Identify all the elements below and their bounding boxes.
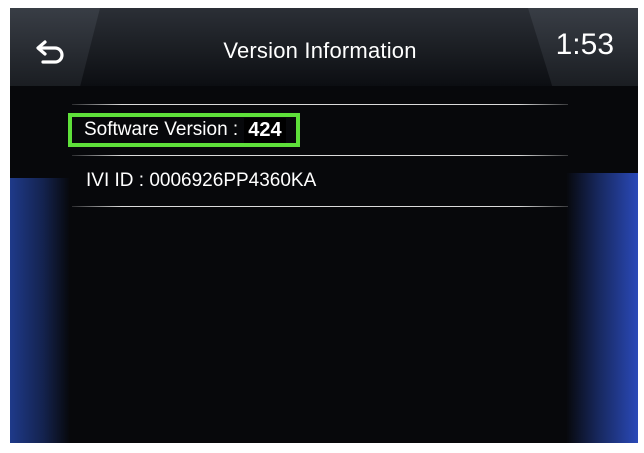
infotainment-screen: Version Information 1:53 Software Versio… [10, 8, 638, 443]
side-glow-right [566, 173, 638, 443]
back-button[interactable] [32, 38, 66, 66]
ivi-id-row: IVI ID : 0006926PP4360KA [72, 156, 568, 206]
software-version-row: Software Version : 424 [68, 105, 568, 155]
version-list: Software Version : 424 IVI ID : 0006926P… [68, 104, 568, 207]
page-title: Version Information [223, 38, 417, 63]
software-version-value: 424 [244, 117, 286, 143]
ivi-id-text: IVI ID : 0006926PP4360KA [86, 170, 317, 191]
software-version-highlight: Software Version : 424 [68, 113, 300, 147]
photo-frame: Version Information 1:53 Software Versio… [0, 0, 644, 453]
back-arrow-icon [36, 40, 64, 64]
side-glow-left [10, 178, 70, 443]
divider [72, 206, 568, 207]
software-version-label: Software Version : [84, 119, 239, 140]
header-bar: Version Information 1:53 [10, 8, 638, 86]
clock: 1:53 [555, 28, 614, 61]
